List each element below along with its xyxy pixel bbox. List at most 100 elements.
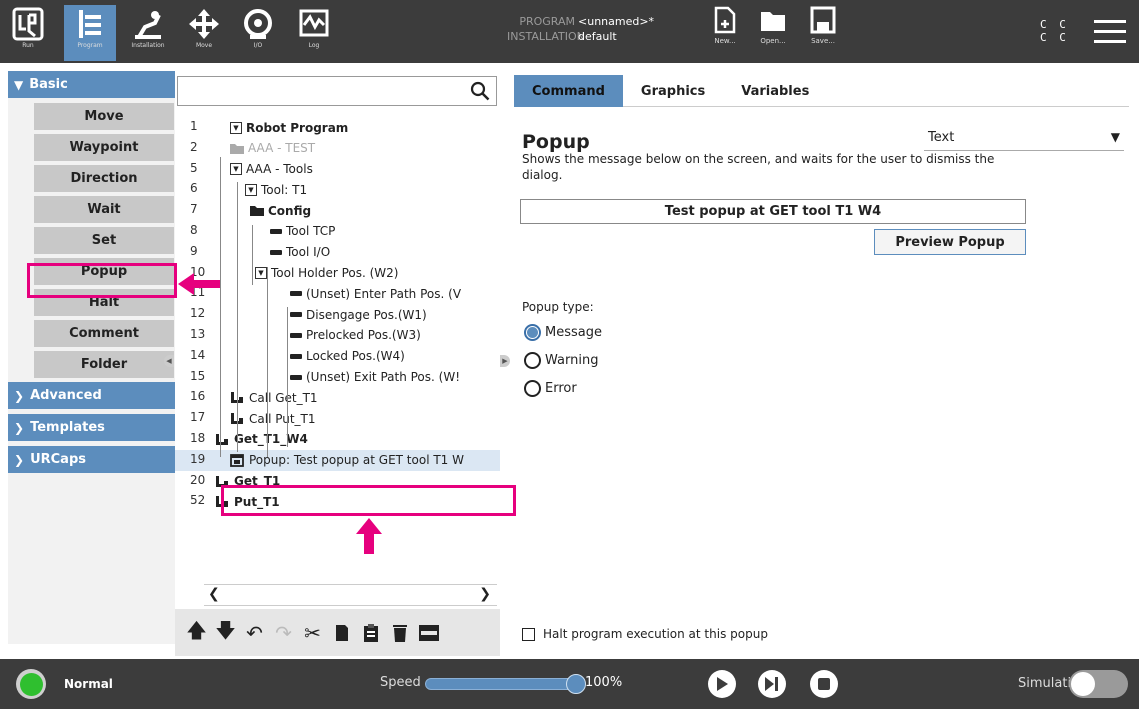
tree-row[interactable]: 18 Get_T1_W4: [175, 429, 500, 450]
new-button[interactable]: New...: [705, 6, 745, 62]
robot-status-button[interactable]: [16, 669, 46, 699]
speed-slider-knob[interactable]: [566, 674, 586, 694]
basic-item-direction[interactable]: Direction: [34, 165, 174, 192]
move-down-icon[interactable]: 🡇: [214, 618, 237, 645]
radio-warning[interactable]: Warning: [524, 352, 598, 369]
tree-row[interactable]: 1 ▼ Robot Program: [175, 117, 500, 138]
basic-item-set[interactable]: Set: [34, 227, 174, 254]
move-up-icon[interactable]: 🡅: [185, 618, 208, 645]
redo-icon[interactable]: ↷: [272, 621, 295, 645]
save-button[interactable]: Save...: [803, 6, 843, 62]
popup-message-input[interactable]: Test popup at GET tool T1 W4: [520, 199, 1026, 224]
nav-program[interactable]: Program: [64, 5, 116, 61]
search-icon[interactable]: [470, 81, 490, 101]
tree-node[interactable]: Disengage Pos.(W1): [290, 305, 427, 324]
scroll-left-icon[interactable]: ❮: [208, 586, 220, 602]
delete-icon[interactable]: [388, 621, 411, 645]
suppress-icon[interactable]: [417, 621, 440, 645]
nav-log-label: Log: [308, 42, 320, 49]
preview-popup-button[interactable]: Preview Popup: [874, 229, 1026, 255]
tree-node[interactable]: AAA - TEST: [230, 139, 315, 158]
nav-move[interactable]: Move: [178, 5, 230, 61]
tree-row[interactable]: 8 Tool TCP: [175, 221, 500, 242]
radio-error[interactable]: Error: [524, 380, 577, 397]
basic-item-halt[interactable]: Halt: [34, 289, 174, 316]
tree-node[interactable]: ▼ Robot Program: [230, 118, 348, 137]
tree-row[interactable]: 52 Put_T1: [175, 491, 500, 512]
cut-icon[interactable]: ✂: [301, 621, 324, 645]
basic-item-wait[interactable]: Wait: [34, 196, 174, 223]
paste-icon[interactable]: [359, 621, 382, 645]
tree-row[interactable]: 9 Tool I/O: [175, 242, 500, 263]
category-basic[interactable]: ▼ Basic: [8, 71, 175, 98]
tree-row[interactable]: 2 AAA - TEST: [175, 138, 500, 159]
tree-row[interactable]: 16 Call Get_T1: [175, 387, 500, 408]
nav-log[interactable]: Log: [288, 5, 340, 61]
simulation-toggle[interactable]: [1069, 670, 1128, 698]
basic-item-move[interactable]: Move: [34, 103, 174, 130]
tree-row[interactable]: 11 (Unset) Enter Path Pos. (V: [175, 283, 500, 304]
stop-button[interactable]: [810, 670, 838, 698]
category-advanced[interactable]: ❯ Advanced: [8, 382, 175, 409]
undo-icon[interactable]: ↶: [243, 621, 266, 645]
tree-row[interactable]: 10 ▼ Tool Holder Pos. (W2): [175, 263, 500, 284]
category-urcaps[interactable]: ❯ URCaps: [8, 446, 175, 473]
tree-node[interactable]: Config: [250, 201, 311, 220]
tab-command[interactable]: Command: [514, 75, 623, 107]
collapse-left-handle[interactable]: ◀: [164, 355, 174, 367]
hamburger-menu-icon[interactable]: [1094, 20, 1126, 44]
nav-installation[interactable]: Installation: [122, 5, 174, 61]
tree-node[interactable]: Tool I/O: [270, 243, 330, 262]
tree-node[interactable]: Call Put_T1: [230, 409, 316, 428]
play-button[interactable]: [708, 670, 736, 698]
basic-item-waypoint[interactable]: Waypoint: [34, 134, 174, 161]
program-info: PROGRAM <unnamed>* INSTALLATIONdefault: [507, 14, 654, 44]
tree-row-number: 16: [190, 389, 206, 404]
speed-slider[interactable]: [425, 678, 576, 690]
tree-search-input[interactable]: [177, 76, 497, 106]
tree-node[interactable]: (Unset) Enter Path Pos. (V: [290, 284, 461, 303]
halt-program-checkbox[interactable]: Halt program execution at this popup: [522, 627, 768, 641]
nav-io[interactable]: I/O: [232, 5, 284, 61]
tree-node[interactable]: Get_T1: [215, 472, 280, 491]
tree-node[interactable]: Locked Pos.(W4): [290, 347, 405, 366]
tab-graphics[interactable]: Graphics: [623, 75, 723, 107]
basic-item-popup[interactable]: Popup: [34, 258, 174, 285]
tree-node[interactable]: ▼ Tool Holder Pos. (W2): [255, 264, 398, 283]
collapse-tree-handle[interactable]: ▶: [500, 355, 510, 367]
tree-row[interactable]: 20 Get_T1: [175, 471, 500, 492]
radio-message[interactable]: Message: [524, 324, 602, 341]
tree-row[interactable]: 7 Config: [175, 200, 500, 221]
nav-run[interactable]: Run: [2, 5, 54, 61]
tree-row[interactable]: 12 Disengage Pos.(W1): [175, 304, 500, 325]
tree-row-number: 6: [190, 181, 198, 196]
radio-unselected-icon: [524, 380, 541, 397]
subprogram-call-icon: [215, 495, 229, 508]
copy-icon[interactable]: [330, 621, 353, 645]
tree-horizontal-scroll[interactable]: ❮ ❯: [204, 584, 497, 606]
tree-row[interactable]: 17 Call Put_T1: [175, 408, 500, 429]
tree-node[interactable]: Popup: Test popup at GET tool T1 W: [230, 451, 464, 470]
step-button[interactable]: [758, 670, 786, 698]
tree-node[interactable]: Call Get_T1: [230, 388, 318, 407]
tree-row[interactable]: 15 (Unset) Exit Path Pos. (W!: [175, 367, 500, 388]
tree-node[interactable]: ▼ AAA - Tools: [230, 160, 313, 179]
tab-variables[interactable]: Variables: [723, 75, 827, 107]
tree-row[interactable]: 19 Popup: Test popup at GET tool T1 W: [175, 449, 500, 471]
tree-node[interactable]: Prelocked Pos.(W3): [290, 326, 421, 345]
category-templates[interactable]: ❯ Templates: [8, 414, 175, 441]
tree-row[interactable]: 6 ▼ Tool: T1: [175, 179, 500, 200]
tree-node[interactable]: (Unset) Exit Path Pos. (W!: [290, 368, 460, 387]
tree-node[interactable]: Get_T1_W4: [215, 430, 308, 449]
tree-row[interactable]: 13 Prelocked Pos.(W3): [175, 325, 500, 346]
tree-row[interactable]: 14 Locked Pos.(W4): [175, 346, 500, 367]
message-source-select[interactable]: Text ▼: [924, 125, 1124, 151]
tree-node[interactable]: Tool TCP: [270, 222, 335, 241]
basic-item-comment[interactable]: Comment: [34, 320, 174, 347]
open-button[interactable]: Open...: [753, 6, 793, 62]
basic-item-folder[interactable]: Folder: [34, 351, 174, 378]
tree-row[interactable]: 5 ▼ AAA - Tools: [175, 159, 500, 180]
tree-node[interactable]: ▼ Tool: T1: [245, 180, 307, 199]
scroll-right-icon[interactable]: ❯: [479, 586, 491, 602]
tree-node[interactable]: Put_T1: [215, 492, 280, 511]
